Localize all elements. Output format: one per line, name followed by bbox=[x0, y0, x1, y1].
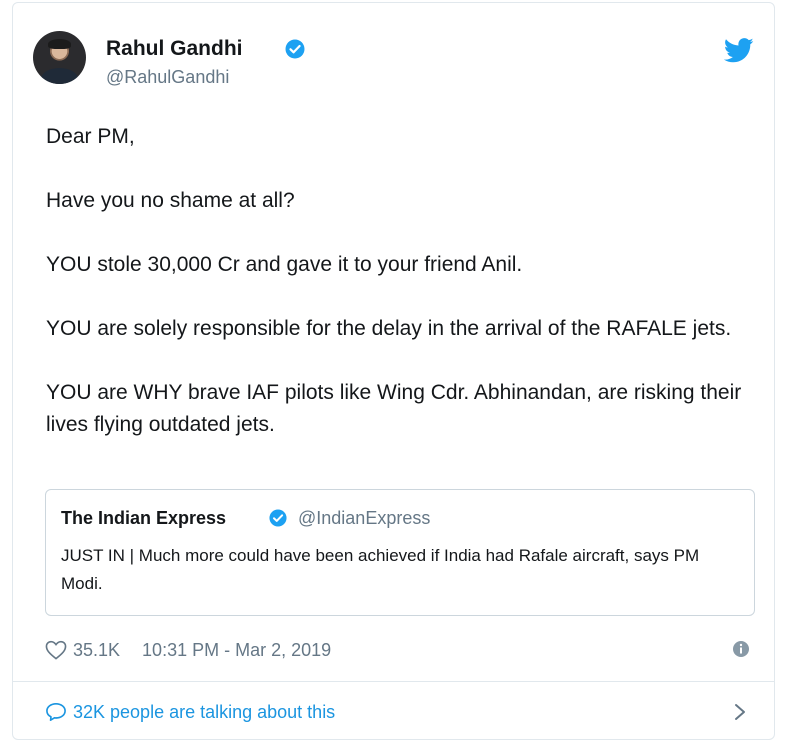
tweet-paragraph: YOU are WHY brave IAF pilots like Wing C… bbox=[46, 381, 742, 436]
avatar-hair bbox=[48, 39, 71, 49]
chevron-right-icon[interactable] bbox=[733, 702, 747, 722]
author-name[interactable]: Rahul Gandhi bbox=[106, 37, 243, 61]
like-count[interactable]: 35.1K bbox=[73, 640, 120, 661]
quoted-author-name: The Indian Express bbox=[61, 508, 227, 528]
avatar[interactable] bbox=[33, 31, 86, 84]
tweet-meta: 35.1K 10:31 PM - Mar 2, 2019 bbox=[45, 637, 331, 663]
heart-icon[interactable] bbox=[45, 640, 67, 660]
tweet-paragraph: Have you no shame at all? bbox=[46, 189, 295, 212]
timestamp[interactable]: 10:31 PM - Mar 2, 2019 bbox=[142, 640, 331, 661]
quoted-author-handle: @IndianExpress bbox=[298, 508, 431, 528]
tweet-card: Rahul Gandhi @RahulGandhi Dear PM, Have … bbox=[12, 2, 775, 740]
author-handle[interactable]: @RahulGandhi bbox=[106, 67, 229, 88]
info-icon[interactable] bbox=[731, 639, 751, 659]
quoted-tweet[interactable]: The Indian Express @IndianExpress JUST I… bbox=[45, 489, 755, 616]
tweet-paragraph: Dear PM, bbox=[46, 125, 135, 148]
speech-bubble-icon bbox=[46, 703, 66, 721]
twitter-bird-icon[interactable] bbox=[724, 38, 754, 63]
divider bbox=[13, 681, 774, 682]
conversation-label: 32K people are talking about this bbox=[73, 701, 336, 722]
verified-badge-icon bbox=[269, 509, 287, 527]
tweet-text: Dear PM, Have you no shame at all? YOU s… bbox=[46, 121, 746, 473]
conversation-link[interactable]: 32K people are talking about this bbox=[45, 699, 335, 725]
tweet-paragraph: YOU are solely responsible for the delay… bbox=[46, 317, 732, 340]
avatar-shirt bbox=[41, 68, 78, 84]
quoted-tweet-text: JUST IN | Much more could have been achi… bbox=[61, 546, 700, 593]
verified-badge-icon bbox=[285, 39, 305, 59]
tweet-paragraph: YOU stole 30,000 Cr and gave it to your … bbox=[46, 253, 523, 276]
